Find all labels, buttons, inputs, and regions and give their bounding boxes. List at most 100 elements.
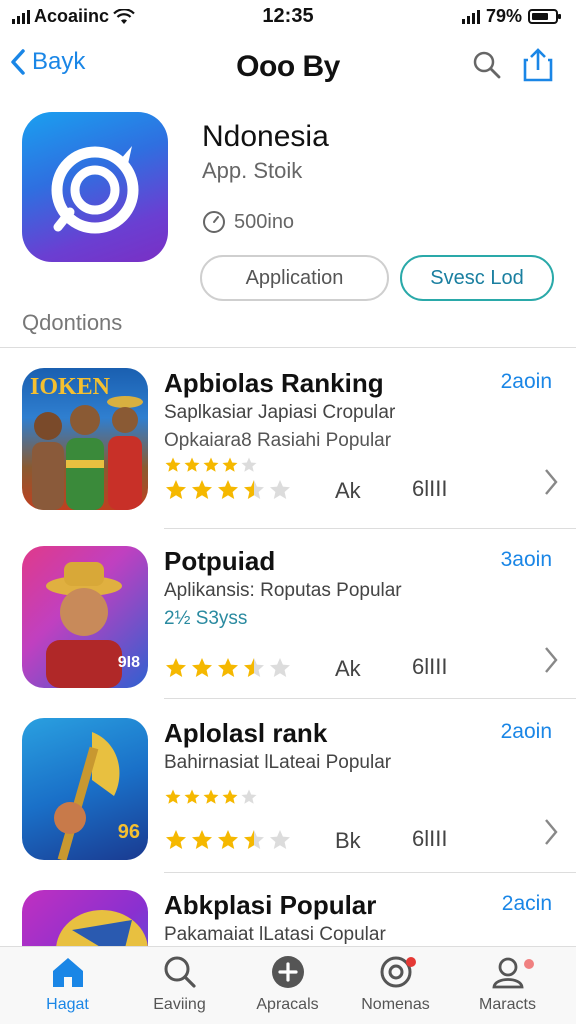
update-time: 2acin bbox=[501, 892, 552, 915]
star-icon bbox=[184, 457, 200, 472]
star-rating bbox=[164, 478, 292, 502]
app-icon bbox=[22, 112, 168, 262]
star-icon bbox=[244, 480, 264, 499]
battery-percent: 79% bbox=[485, 6, 522, 26]
app-description-secondary: 2½ S3yss bbox=[164, 608, 248, 629]
status-right: 79% bbox=[461, 6, 561, 27]
star-rating bbox=[164, 656, 292, 680]
star-icon bbox=[222, 457, 238, 472]
app-logo-icon bbox=[51, 146, 139, 234]
plus-circle-icon bbox=[271, 956, 304, 988]
age-rating: Ak bbox=[335, 478, 361, 503]
download-button[interactable]: Svesc Lod bbox=[400, 255, 554, 301]
chevron-right-icon[interactable] bbox=[544, 818, 558, 846]
section-header: Qdontions bbox=[22, 310, 123, 335]
star-icon bbox=[203, 457, 219, 472]
app-title: Abkplasi Popular bbox=[164, 890, 377, 920]
star-icon bbox=[222, 789, 238, 804]
app-name: Ndonesia bbox=[202, 120, 329, 153]
star-icon bbox=[184, 789, 200, 804]
list-item[interactable]: 9I8 Potpuiad Aplikansis: Roputas Popular… bbox=[0, 546, 576, 716]
signal-bars-icon bbox=[461, 9, 480, 24]
person-icon bbox=[491, 957, 524, 989]
star-icon bbox=[165, 789, 181, 804]
app-description-secondary: Opkaiara8 Rasiahi Popular bbox=[164, 430, 392, 451]
star-icon bbox=[270, 830, 290, 849]
update-time: 3aoin bbox=[500, 548, 552, 571]
age-rating: Ak bbox=[335, 656, 361, 681]
app-title: Aplolasl rank bbox=[164, 718, 328, 748]
small-star-rating bbox=[164, 456, 258, 474]
tab-label: Maracts bbox=[479, 996, 536, 1013]
share-icon[interactable] bbox=[522, 48, 554, 82]
divider bbox=[164, 698, 576, 699]
app-size-value: 500ino bbox=[234, 210, 295, 233]
divider bbox=[164, 528, 576, 529]
star-icon bbox=[166, 480, 186, 499]
star-icon bbox=[218, 830, 238, 849]
tab-label: Eaviing bbox=[153, 996, 206, 1013]
update-time: 2aoin bbox=[500, 370, 552, 393]
tab-search[interactable]: Eaviing bbox=[122, 955, 237, 1014]
search-icon[interactable] bbox=[472, 50, 502, 80]
star-icon bbox=[203, 789, 219, 804]
thumbnail-caption: 96 bbox=[117, 821, 140, 843]
battery-icon bbox=[528, 9, 561, 24]
star-icon bbox=[218, 658, 238, 677]
divider bbox=[164, 872, 576, 873]
star-icon bbox=[192, 658, 212, 677]
app-thumbnail: 96 bbox=[22, 718, 148, 860]
download-count: 6lIII bbox=[412, 476, 448, 501]
age-rating: Bk bbox=[335, 828, 361, 853]
star-icon bbox=[241, 789, 257, 804]
star-icon bbox=[165, 457, 181, 472]
application-button[interactable]: Application bbox=[200, 255, 389, 301]
app-description: Bahirnasiat lLateai Popular bbox=[164, 752, 392, 773]
notification-badge bbox=[524, 959, 534, 969]
update-time: 2aoin bbox=[500, 720, 552, 743]
star-icon bbox=[192, 830, 212, 849]
star-icon bbox=[241, 457, 257, 472]
star-rating bbox=[164, 828, 292, 852]
star-icon bbox=[192, 480, 212, 499]
list-item[interactable]: IOKEN Apbiolas Ranking Saplkasiar Japias… bbox=[0, 368, 576, 538]
app-title: Apbiolas Ranking bbox=[164, 368, 384, 398]
app-description: Pakamaiat lLatasi Copular bbox=[164, 924, 386, 945]
search-icon bbox=[164, 956, 196, 988]
small-star-rating bbox=[164, 788, 258, 806]
app-size: 500ino bbox=[202, 210, 294, 234]
tab-label: Apracals bbox=[256, 996, 319, 1013]
star-icon bbox=[166, 658, 186, 677]
tab-label: Nomenas bbox=[361, 996, 430, 1013]
tab-apps[interactable]: Apracals bbox=[230, 955, 345, 1014]
app-description: Saplkasiar Japiasi Cropular bbox=[164, 402, 396, 423]
app-subtitle: App. Stoik bbox=[202, 158, 303, 183]
notification-badge bbox=[406, 957, 416, 967]
tab-bar: Hagat Eaviing Apracals Nomenas Maracts bbox=[0, 946, 576, 1024]
thumbnail-caption: 9I8 bbox=[117, 654, 140, 671]
star-icon bbox=[166, 830, 186, 849]
tab-label: Hagat bbox=[46, 996, 89, 1013]
app-description: Aplikansis: Roputas Popular bbox=[164, 580, 402, 601]
navigation-bar: Bayk Ooo By bbox=[0, 40, 576, 94]
star-icon bbox=[244, 830, 264, 849]
clock-icon bbox=[203, 211, 225, 233]
app-thumbnail: 9I8 bbox=[22, 546, 148, 688]
star-icon bbox=[218, 480, 238, 499]
divider bbox=[0, 347, 576, 348]
chevron-right-icon[interactable] bbox=[544, 646, 558, 674]
list-item[interactable]: 96 Aplolasl rank Bahirnasiat lLateai Pop… bbox=[0, 718, 576, 888]
app-thumbnail: IOKEN bbox=[22, 368, 148, 510]
app-title: Potpuiad bbox=[164, 546, 276, 576]
tab-notifications[interactable]: Nomenas bbox=[338, 955, 453, 1014]
chevron-right-icon[interactable] bbox=[544, 468, 558, 496]
star-icon bbox=[270, 658, 290, 677]
home-icon bbox=[52, 958, 83, 987]
tab-account[interactable]: Maracts bbox=[450, 955, 565, 1014]
download-count: 6lIII bbox=[412, 826, 448, 851]
star-icon bbox=[244, 658, 264, 677]
star-icon bbox=[270, 480, 290, 499]
thumbnail-caption: IOKEN bbox=[30, 374, 111, 400]
status-bar: Acoaiinc 12:35 79% bbox=[0, 0, 576, 32]
tab-home[interactable]: Hagat bbox=[10, 955, 125, 1014]
